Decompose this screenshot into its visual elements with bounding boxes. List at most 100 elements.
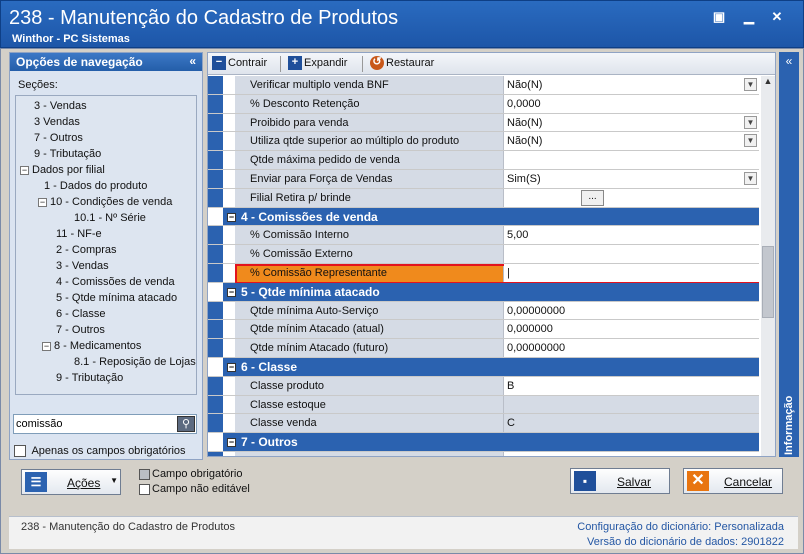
row-gutter [208, 301, 223, 320]
cancel-button[interactable]: ✕ Cancelar [683, 468, 783, 494]
property-grid: Verificar multiplo venda BNF Não(N) ▼% Des… [208, 76, 759, 456]
restore-button[interactable]: ↺ Restaurar [370, 56, 434, 72]
tree-item[interactable]: 8.1 - Reposição de Lojas [16, 354, 196, 370]
row-gutter [208, 132, 223, 151]
restore-label: Restaurar [386, 56, 435, 69]
tree-item[interactable]: 10.1 - Nº Série [16, 210, 196, 226]
field-label: % Comissão Representante [235, 263, 504, 282]
tree-item[interactable]: 4 - Comissões de venda [16, 274, 196, 290]
collapse-section-icon[interactable]: − [227, 212, 236, 222]
grid-section-row: −4 - Comissões de venda [208, 207, 759, 227]
tree-item-label: 11 - NF-e [56, 228, 102, 240]
field-input[interactable]: 0,000000 [504, 320, 759, 339]
contract-button[interactable]: − Contrair [212, 56, 267, 72]
tree-item[interactable]: 1 - Dados do produto [16, 178, 196, 194]
browse-button[interactable]: ... [581, 189, 604, 206]
field-select[interactable]: Não(N) ▼ [504, 132, 759, 151]
field-input[interactable]: 5,00 [504, 226, 759, 245]
chevron-down-icon[interactable]: ▼ [744, 78, 757, 91]
collapse-section-icon[interactable]: − [227, 288, 236, 298]
field-label: Classe produto [235, 376, 504, 395]
field-input[interactable] [504, 395, 759, 414]
tree-item[interactable]: 3 - Vendas [16, 258, 196, 274]
expand-info-icon[interactable]: « [779, 52, 799, 68]
save-label: Salvar [617, 475, 652, 489]
tree-item[interactable]: 7 - Outros [16, 322, 196, 338]
tree-item[interactable]: 2 - Compras [16, 242, 196, 258]
field-input[interactable] [504, 245, 759, 263]
actions-button[interactable]: ☰ Ações ▼ [21, 469, 121, 495]
tree-item-label: 1 - Dados do produto [44, 180, 148, 192]
field-input[interactable] [504, 151, 759, 169]
grid-field-row: Utiliza qtde superior ao múltiplo do pro… [208, 132, 759, 152]
tree-expander-icon[interactable]: − [38, 197, 47, 207]
search-input[interactable] [14, 415, 174, 433]
tree-item[interactable]: 11 - NF-e [16, 226, 196, 242]
row-gutter [208, 94, 223, 113]
required-only-option[interactable]: Apenas os campos obrigatórios [14, 445, 186, 458]
chevron-down-icon[interactable]: ▼ [744, 115, 757, 129]
tree-item[interactable]: 9 - Tributação [16, 146, 196, 162]
close-window-icon[interactable]: ✕ [769, 9, 785, 25]
row-gutter [208, 245, 223, 263]
field-value: 0,000000 [507, 323, 553, 336]
dropdown-arrow-icon[interactable]: ▼ [110, 476, 118, 485]
tree-item[interactable]: 9 - Tributação [16, 370, 196, 386]
required-only-label: Apenas os campos obrigatórios [31, 445, 186, 457]
required-only-checkbox[interactable] [14, 445, 26, 458]
field-input[interactable]: B [504, 376, 759, 395]
window-subtitle: Winthor - PC Sistemas [12, 33, 130, 45]
search-icon[interactable]: ⚲ [177, 416, 195, 432]
tree-item[interactable]: 3 - Vendas [16, 98, 196, 114]
tree-item[interactable]: − Dados por filial [16, 162, 196, 178]
collapse-navigation-icon[interactable]: « [189, 54, 196, 68]
field-input[interactable]: 0,0000 [504, 94, 759, 113]
info-panel[interactable]: « Informação [779, 52, 799, 457]
legend-required-label: Campo obrigatório [152, 468, 243, 480]
grid-section-header[interactable]: −4 - Comissões de venda [223, 207, 759, 226]
grid-scrollbar[interactable]: ▲ [761, 76, 775, 456]
field-input[interactable]: | [504, 263, 759, 282]
chevron-down-icon[interactable]: ▼ [744, 171, 757, 185]
grid-field-row: % Comissão Externo [208, 245, 759, 264]
grid-section-header[interactable]: −7 - Outros [223, 433, 759, 451]
field-input[interactable]: 0,00000000 [504, 339, 759, 357]
tree-item[interactable]: −10 - Condições de venda [16, 194, 196, 210]
grid-section-header[interactable]: −5 - Qtde mínima atacado [223, 282, 759, 301]
tree-item[interactable]: 7 - Outros [16, 130, 196, 146]
field-input[interactable] [504, 451, 759, 456]
field-select[interactable]: Sim(S) ▼ [504, 169, 759, 188]
field-input[interactable]: ... [504, 188, 759, 207]
grid-section-header[interactable]: −6 - Classe [223, 357, 759, 376]
collapse-section-icon[interactable]: − [227, 363, 236, 373]
save-button[interactable]: ▪ Salvar [570, 468, 670, 494]
tree-item-label: 3 Vendas [34, 116, 80, 128]
legend-readonly-label: Campo não editável [152, 483, 250, 495]
chevron-down-icon[interactable]: ▼ [744, 134, 757, 148]
minimize-window-icon[interactable]: ▁ [741, 9, 757, 25]
grid-toolbar: − Contrair + Expandir ↺ Restaurar [208, 53, 775, 75]
field-input[interactable]: C [504, 414, 759, 433]
field-select[interactable]: Não(N) ▼ [504, 113, 759, 132]
tree-item[interactable]: 5 - Qtde mínima atacado [16, 290, 196, 306]
tree-item[interactable]: 3 Vendas [16, 114, 196, 130]
scroll-up-icon[interactable]: ▲ [761, 76, 775, 90]
collapse-section-icon[interactable]: − [227, 438, 236, 448]
expand-button[interactable]: + Expandir [288, 56, 347, 72]
restore-window-icon[interactable]: ▣ [711, 9, 727, 25]
field-label: Descrição produto antes utilizar cadastr… [235, 451, 504, 456]
scroll-thumb[interactable] [762, 246, 774, 318]
tree-item[interactable]: 6 - Classe [16, 306, 196, 322]
tree-expander-icon[interactable]: − [20, 165, 29, 175]
tree-item-label: 6 - Classe [56, 308, 106, 320]
field-select[interactable]: Não(N) ▼ [504, 76, 759, 94]
tree-expander-icon[interactable]: − [42, 341, 51, 351]
info-panel-label-wrap: Informação [781, 385, 797, 455]
field-input[interactable]: 0,00000000 [504, 301, 759, 320]
grid-field-row: Classe estoque [208, 395, 759, 415]
tree-item[interactable]: −8 - Medicamentos [16, 338, 196, 354]
field-value: 0,00000000 [507, 342, 566, 355]
row-gutter [208, 151, 223, 169]
title-bar: 238 - Manutenção do Cadastro de Produtos… [0, 0, 804, 48]
grid-field-row: % Comissão Representante | [208, 263, 759, 284]
